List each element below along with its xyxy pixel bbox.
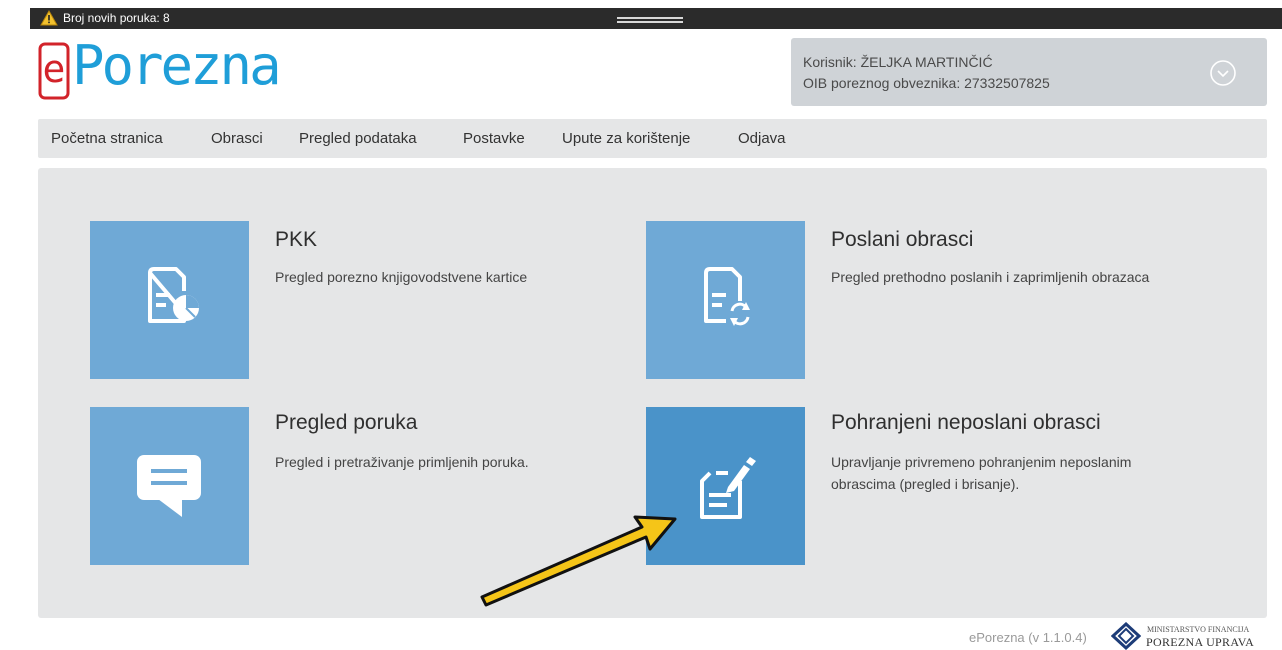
pkk-description: Pregled porezno knjigovodstvene kartice xyxy=(275,269,528,285)
user-name: Korisnik: ŽELJKA MARTINČIĆ xyxy=(803,54,993,70)
nav-settings[interactable]: Postavke xyxy=(463,130,525,147)
sent-forms-title[interactable]: Poslani obrasci xyxy=(831,228,973,252)
notification-bar: Broj novih poruka: 8 xyxy=(30,8,1282,29)
user-oib: OIB poreznog obveznika: 27332507825 xyxy=(803,75,1050,91)
pkk-tile[interactable] xyxy=(90,221,249,379)
main-nav: Početna stranica Obrasci Pregled podatak… xyxy=(38,119,1267,158)
eporezna-page: Broj novih poruka: 8 e Porezna Korisnik:… xyxy=(0,0,1282,650)
collapse-handle[interactable] xyxy=(617,17,683,23)
message-icon xyxy=(137,455,201,517)
nav-data-overview[interactable]: Pregled podataka xyxy=(299,130,417,147)
porezna-uprava-logo xyxy=(1111,622,1141,650)
nav-logout[interactable]: Odjava xyxy=(738,130,786,147)
messages-title[interactable]: Pregled poruka xyxy=(275,411,417,435)
nav-home[interactable]: Početna stranica xyxy=(51,130,163,147)
footer-agency: POREZNA UPRAVA xyxy=(1146,635,1255,649)
chevron-down-icon[interactable] xyxy=(1209,59,1237,87)
pkk-title[interactable]: PKK xyxy=(275,228,317,252)
sent-forms-tile[interactable] xyxy=(646,221,805,379)
warning-icon xyxy=(40,10,58,26)
eporezna-logo[interactable]: e Porezna xyxy=(38,34,318,108)
footer-ministry: MINISTARSTVO FINANCIJA xyxy=(1147,625,1250,634)
saved-unsent-forms-description: Upravljanje privremeno pohranjenim nepos… xyxy=(831,454,1132,492)
logo-e-mark: e xyxy=(38,42,70,100)
messages-tile[interactable] xyxy=(90,407,249,565)
nav-forms[interactable]: Obrasci xyxy=(211,130,263,147)
annotation-arrow xyxy=(480,515,677,607)
logo-e-letter: e xyxy=(43,47,66,91)
document-chart-icon xyxy=(148,267,199,323)
logo-text: Porezna xyxy=(72,34,282,97)
sent-forms-description: Pregled prethodno poslanih i zaprimljeni… xyxy=(831,269,1150,285)
nav-instructions[interactable]: Upute za korištenje xyxy=(562,130,690,147)
new-messages-count[interactable]: Broj novih poruka: 8 xyxy=(63,11,170,25)
saved-unsent-forms-title[interactable]: Pohranjeni neposlani obrasci xyxy=(831,411,1101,435)
user-info-box: Korisnik: ŽELJKA MARTINČIĆ OIB poreznog … xyxy=(791,38,1267,106)
messages-description: Pregled i pretraživanje primljenih poruk… xyxy=(275,454,529,470)
document-refresh-icon xyxy=(704,267,750,326)
app-version: ePorezna (v 1.1.0.4) xyxy=(969,630,1087,645)
